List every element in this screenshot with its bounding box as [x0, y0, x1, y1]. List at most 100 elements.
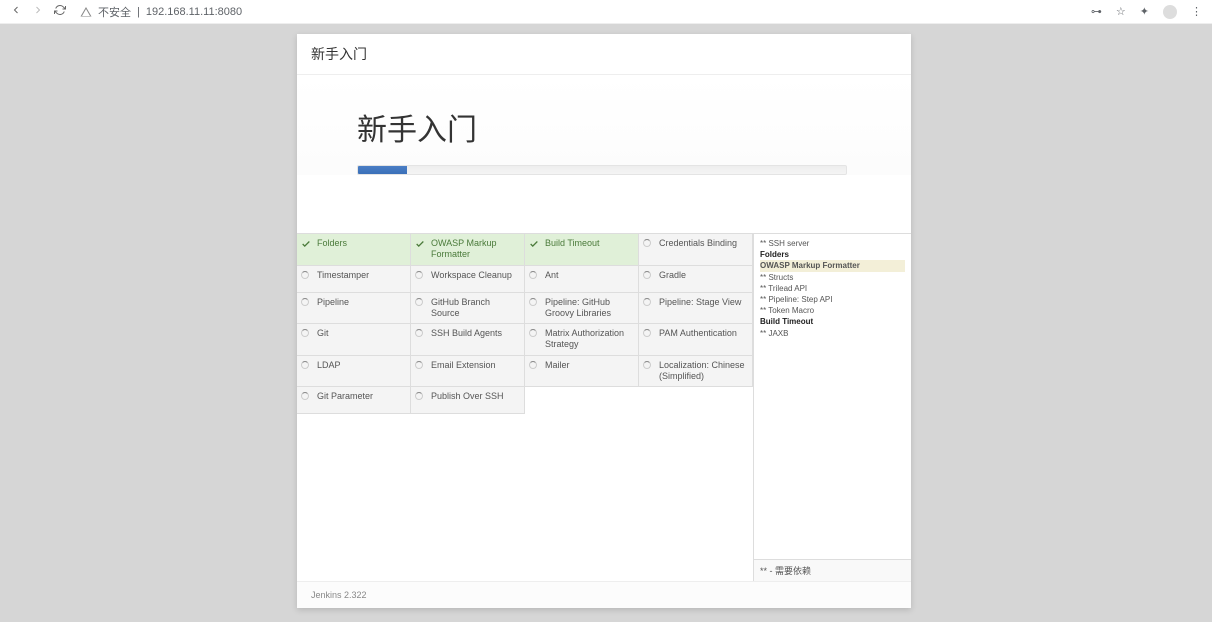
forward-icon[interactable] [32, 4, 44, 19]
log-body: ** SSH serverFoldersOWASP Markup Formatt… [754, 234, 911, 559]
plugin-name: Gradle [659, 270, 686, 280]
spinner-icon [301, 329, 311, 339]
plugin-area: FoldersOWASP Markup FormatterBuild Timeo… [297, 233, 911, 581]
plugin-cell: GitHub Branch Source [411, 293, 525, 325]
log-line: ** Pipeline: Step API [760, 294, 905, 305]
plugin-name: Workspace Cleanup [431, 270, 512, 280]
spinner-icon [415, 361, 425, 371]
insecure-label: 不安全 [98, 4, 131, 20]
plugin-name: PAM Authentication [659, 328, 737, 338]
spinner-icon [415, 392, 425, 402]
plugin-cell: Timestamper [297, 266, 411, 293]
extensions-icon[interactable]: ✦ [1140, 5, 1149, 18]
plugin-cell: Pipeline: Stage View [639, 293, 753, 325]
progress-fill [358, 166, 407, 174]
page-title: 新手入门 [357, 105, 851, 149]
plugin-name: LDAP [317, 360, 341, 370]
spinner-icon [643, 298, 653, 308]
reload-icon[interactable] [54, 4, 66, 19]
plugin-name: Pipeline: Stage View [659, 297, 741, 307]
plugin-cell: Git Parameter [297, 387, 411, 414]
spinner-icon [643, 239, 653, 249]
plugin-cell: Email Extension [411, 356, 525, 388]
nav-controls [10, 4, 66, 19]
log-line: Build Timeout [760, 316, 905, 327]
check-icon [415, 239, 425, 249]
url-text: 192.168.11.11:8080 [146, 6, 242, 18]
plugin-name: Folders [317, 238, 347, 248]
plugin-name: Credentials Binding [659, 238, 737, 248]
log-line: ** Trilead API [760, 283, 905, 294]
plugin-cell: Workspace Cleanup [411, 266, 525, 293]
plugin-name: Mailer [545, 360, 570, 370]
log-line: Folders [760, 249, 905, 260]
plugin-name: Timestamper [317, 270, 369, 280]
spinner-icon [415, 298, 425, 308]
plugin-cell: Build Timeout [525, 234, 639, 266]
menu-icon[interactable]: ⋮ [1191, 5, 1202, 18]
log-line: ** Token Macro [760, 305, 905, 316]
plugin-name: SSH Build Agents [431, 328, 502, 338]
plugin-name: Git [317, 328, 329, 338]
plugin-cell: Credentials Binding [639, 234, 753, 266]
plugin-cell: OWASP Markup Formatter [411, 234, 525, 266]
dialog-hero: 新手入门 [297, 75, 911, 175]
profile-icon[interactable] [1163, 5, 1177, 19]
plugin-cell: LDAP [297, 356, 411, 388]
insecure-icon [80, 6, 92, 18]
dialog-header: 新手入门 [297, 34, 911, 75]
plugin-name: Email Extension [431, 360, 496, 370]
plugin-cell: Pipeline: GitHub Groovy Libraries [525, 293, 639, 325]
plugin-cell: Ant [525, 266, 639, 293]
plugin-name: Build Timeout [545, 238, 600, 248]
log-line: OWASP Markup Formatter [760, 260, 905, 271]
log-line: ** Structs [760, 272, 905, 283]
key-icon[interactable]: ⊶ [1091, 5, 1102, 18]
spinner-icon [643, 271, 653, 281]
spinner-icon [415, 329, 425, 339]
plugin-name: Pipeline: GitHub Groovy Libraries [545, 297, 611, 318]
log-line: ** SSH server [760, 238, 905, 249]
plugin-name: Pipeline [317, 297, 349, 307]
setup-wizard-dialog: 新手入门 新手入门 FoldersOWASP Markup FormatterB… [297, 34, 911, 608]
spinner-icon [301, 392, 311, 402]
spinner-icon [529, 271, 539, 281]
browser-toolbar: 不安全 | 192.168.11.11:8080 ⊶ ☆ ✦ ⋮ [0, 0, 1212, 24]
plugin-grid: Folders OWASP Markup Formatter Build Timeo… [297, 233, 753, 581]
plugin-cell: Gradle [639, 266, 753, 293]
plugin-cell: PAM Authentication [639, 324, 753, 356]
back-icon[interactable] [10, 4, 22, 19]
spinner-icon [415, 271, 425, 281]
check-icon [529, 239, 539, 249]
plugin-cell: Matrix Authorization Strategy [525, 324, 639, 356]
spinner-icon [301, 361, 311, 371]
plugin-cell: SSH Build Agents [411, 324, 525, 356]
spinner-icon [529, 298, 539, 308]
spinner-icon [301, 271, 311, 281]
star-icon[interactable]: ☆ [1116, 5, 1126, 18]
address-bar[interactable]: 不安全 | 192.168.11.11:8080 [80, 4, 1077, 20]
plugin-name: Publish Over SSH [431, 391, 504, 401]
chrome-actions: ⊶ ☆ ✦ ⋮ [1091, 5, 1202, 19]
install-log-panel: ** SSH serverFoldersOWASP Markup Formatt… [753, 233, 911, 581]
log-line: ** JAXB [760, 328, 905, 339]
plugin-cell: Publish Over SSH [411, 387, 525, 414]
plugin-cell: Mailer [525, 356, 639, 388]
spinner-icon [643, 329, 653, 339]
plugin-cell: Git [297, 324, 411, 356]
spinner-icon [529, 361, 539, 371]
check-icon [301, 239, 311, 249]
spinner-icon [301, 298, 311, 308]
plugin-cell: Folders [297, 234, 411, 266]
progress-bar [357, 165, 847, 175]
plugin-name: OWASP Markup Formatter [431, 238, 497, 259]
plugin-name: Git Parameter [317, 391, 373, 401]
dialog-footer: Jenkins 2.322 [297, 581, 911, 608]
log-footer: ** - 需要依赖 [754, 559, 911, 581]
plugin-name: Matrix Authorization Strategy [545, 328, 624, 349]
url-separator: | [137, 6, 140, 18]
plugin-cell: Localization: Chinese (Simplified) [639, 356, 753, 388]
spinner-icon [529, 329, 539, 339]
plugin-name: Ant [545, 270, 559, 280]
spinner-icon [643, 361, 653, 371]
